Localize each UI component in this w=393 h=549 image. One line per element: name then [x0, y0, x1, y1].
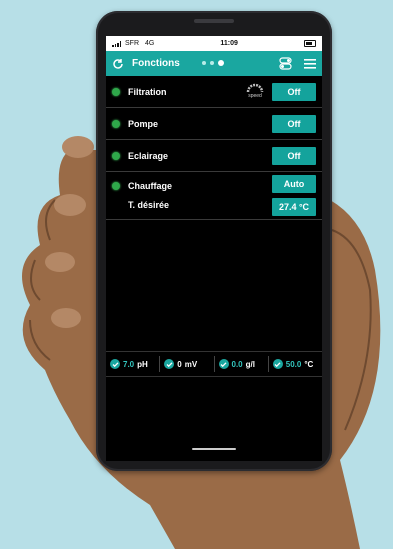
menu-icon[interactable]: [304, 58, 316, 69]
sensor-temperature: 50.0 °C: [269, 356, 322, 372]
carrier-name: SFR: [125, 40, 139, 47]
chauffage-mode-button[interactable]: Auto: [272, 175, 316, 193]
home-indicator[interactable]: [192, 448, 236, 450]
page-dot[interactable]: [210, 61, 214, 65]
network-type: 4G: [145, 40, 155, 47]
sensor-value: 0: [177, 359, 182, 369]
check-icon: [110, 359, 120, 369]
setpoint-label: T. désirée: [128, 200, 170, 210]
control-row-chauffage: Chauffage Auto T. désirée 27.4 °C: [106, 172, 322, 220]
sensor-unit: g/l: [245, 359, 255, 369]
control-row-pompe: Pompe Off: [106, 108, 322, 140]
app-screen: SFR 4G 11:09 Fonctions Filtration speed …: [106, 36, 322, 461]
check-icon: [218, 359, 229, 369]
eclairage-toggle-button[interactable]: Off: [272, 146, 316, 165]
sensor-unit: mV: [184, 359, 198, 369]
page-title: Fonctions: [132, 58, 180, 69]
speed-label: speed: [248, 93, 262, 99]
control-label: Filtration: [128, 86, 167, 97]
sensor-redox: 0 mV: [160, 356, 215, 372]
control-row-eclairage: Eclairage Off: [106, 140, 322, 172]
sensor-unit: °C: [304, 359, 314, 369]
setpoint-value-button[interactable]: 27.4 °C: [272, 198, 316, 216]
toggle-settings-icon[interactable]: [279, 57, 292, 70]
control-row-filtration: Filtration speed Off: [106, 76, 322, 108]
status-bar: SFR 4G 11:09: [106, 36, 322, 51]
speaker-grille: [194, 19, 234, 23]
page-dot-active[interactable]: [218, 60, 224, 66]
page-indicator[interactable]: [202, 60, 224, 66]
clock: 11:09: [220, 40, 238, 47]
pompe-toggle-button[interactable]: Off: [272, 114, 316, 133]
check-icon: [272, 359, 283, 369]
filtration-toggle-button[interactable]: Off: [272, 82, 316, 101]
phone-frame: SFR 4G 11:09 Fonctions Filtration speed …: [96, 11, 332, 471]
check-icon: [164, 359, 175, 369]
refresh-icon[interactable]: [112, 58, 124, 70]
control-label: Pompe: [128, 118, 159, 129]
app-header: Fonctions: [106, 51, 322, 76]
status-led: [112, 182, 120, 190]
status-led: [112, 87, 120, 96]
sensor-value: 50.0: [285, 359, 302, 369]
control-label: Eclairage: [128, 150, 169, 161]
status-led: [112, 151, 120, 160]
sensor-ph: 7.0 pH: [106, 356, 161, 372]
battery-icon: [304, 40, 316, 47]
sensor-salt: 0.0 g/l: [215, 356, 269, 372]
sensor-unit: pH: [137, 359, 148, 369]
sensor-value: 7.0: [123, 359, 135, 369]
sensor-value: 0.0: [231, 359, 243, 369]
page-dot[interactable]: [202, 61, 206, 65]
status-led: [112, 119, 120, 128]
control-label: Chauffage: [128, 181, 173, 191]
sensor-bar: 7.0 pH 0 mV 0.0 g/l 50.0 °C: [106, 351, 322, 377]
signal-icon: [112, 40, 121, 47]
